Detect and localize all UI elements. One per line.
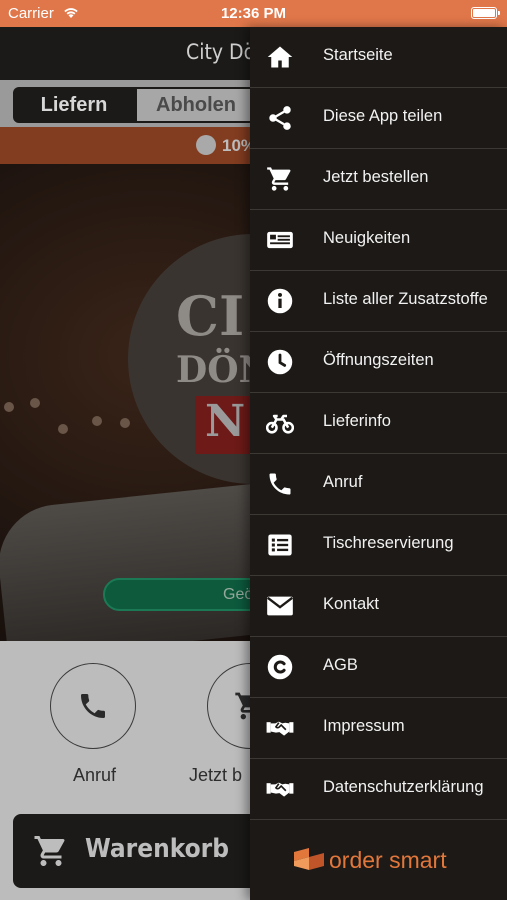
order-action-label: Jetzt b [189,765,243,785]
menu-item-datenschutz[interactable]: Datenschutzerklärung [250,759,507,820]
share-icon [269,106,291,130]
menu-item-label: Startseite [323,46,393,64]
tab-abholen[interactable]: Abholen [135,87,257,123]
menu-item-label: Öffnungszeiten [323,351,434,369]
menu-item-neuigkeiten[interactable]: Neuigkeiten [250,210,507,271]
menu-item-label: Datenschutzerklärung [323,778,484,796]
cart-icon [34,836,65,866]
menu-item-tischreservierung[interactable]: Tischreservierung [250,515,507,576]
light-dot [120,418,130,428]
info-icon [267,288,293,314]
menu-item-label: Anruf [323,473,363,491]
menu-item-kontakt[interactable]: Kontakt [250,576,507,637]
menu-item-label: Jetzt bestellen [323,168,429,186]
menu-item-anruf[interactable]: Anruf [250,454,507,515]
home-icon [267,46,293,68]
page-title: City Dö [186,40,256,64]
handshake-icon [266,782,294,797]
side-drawer-menu: Startseite Diese App teilen Jetzt bestel… [250,27,507,900]
clock-icon [267,349,293,375]
menu-item-label: Tischreservierung [323,534,454,552]
handshake-icon [266,721,294,736]
motorcycle-icon [266,414,294,434]
call-action-button[interactable] [50,663,136,749]
light-dot [92,416,102,426]
battery-icon [471,7,500,19]
light-dot [4,402,14,412]
menu-item-zusatzstoffe[interactable]: Liste aller Zusatzstoffe [250,271,507,332]
phone-icon [81,694,105,718]
discount-badge-icon [196,135,216,155]
order-smart-logo-icon [294,848,324,870]
menu-item-label: Kontakt [323,595,379,613]
menu-item-label: Liste aller Zusatzstoffe [323,290,488,308]
menu-item-label: Impressum [323,717,405,735]
menu-item-label: Diese App teilen [323,107,443,125]
cart-label: Warenkorb [85,834,229,864]
light-dot [58,424,68,434]
menu-item-impressum[interactable]: Impressum [250,698,507,759]
menu-item-label: AGB [323,656,358,674]
menu-item-app-teilen[interactable]: Diese App teilen [250,88,507,149]
menu-item-startseite[interactable]: Startseite [250,27,507,88]
clock-time: 12:36 PM [220,5,287,22]
phone-icon [269,473,291,495]
brand-name: order smart [329,847,447,873]
envelope-icon [267,596,293,616]
light-dot [30,398,40,408]
brand-footer: order smart [250,819,507,900]
news-icon [267,231,293,249]
menu-item-label: Neuigkeiten [323,229,411,247]
tab-liefern[interactable]: Liefern [13,87,135,123]
menu-item-jetzt-bestellen[interactable]: Jetzt bestellen [250,149,507,210]
menu-item-label: Lieferinfo [323,412,391,430]
menu-item-oeffnungszeiten[interactable]: Öffnungszeiten [250,332,507,393]
cart-icon [267,167,291,191]
menu-item-lieferinfo[interactable]: Lieferinfo [250,393,507,454]
list-icon [268,534,292,556]
logo-text-line1: CI [176,284,245,348]
call-action-label: Anruf [73,765,117,785]
menu-item-agb[interactable]: AGB [250,637,507,698]
status-bar: Carrier 12:36 PM [0,0,507,27]
copyright-icon [267,654,293,680]
